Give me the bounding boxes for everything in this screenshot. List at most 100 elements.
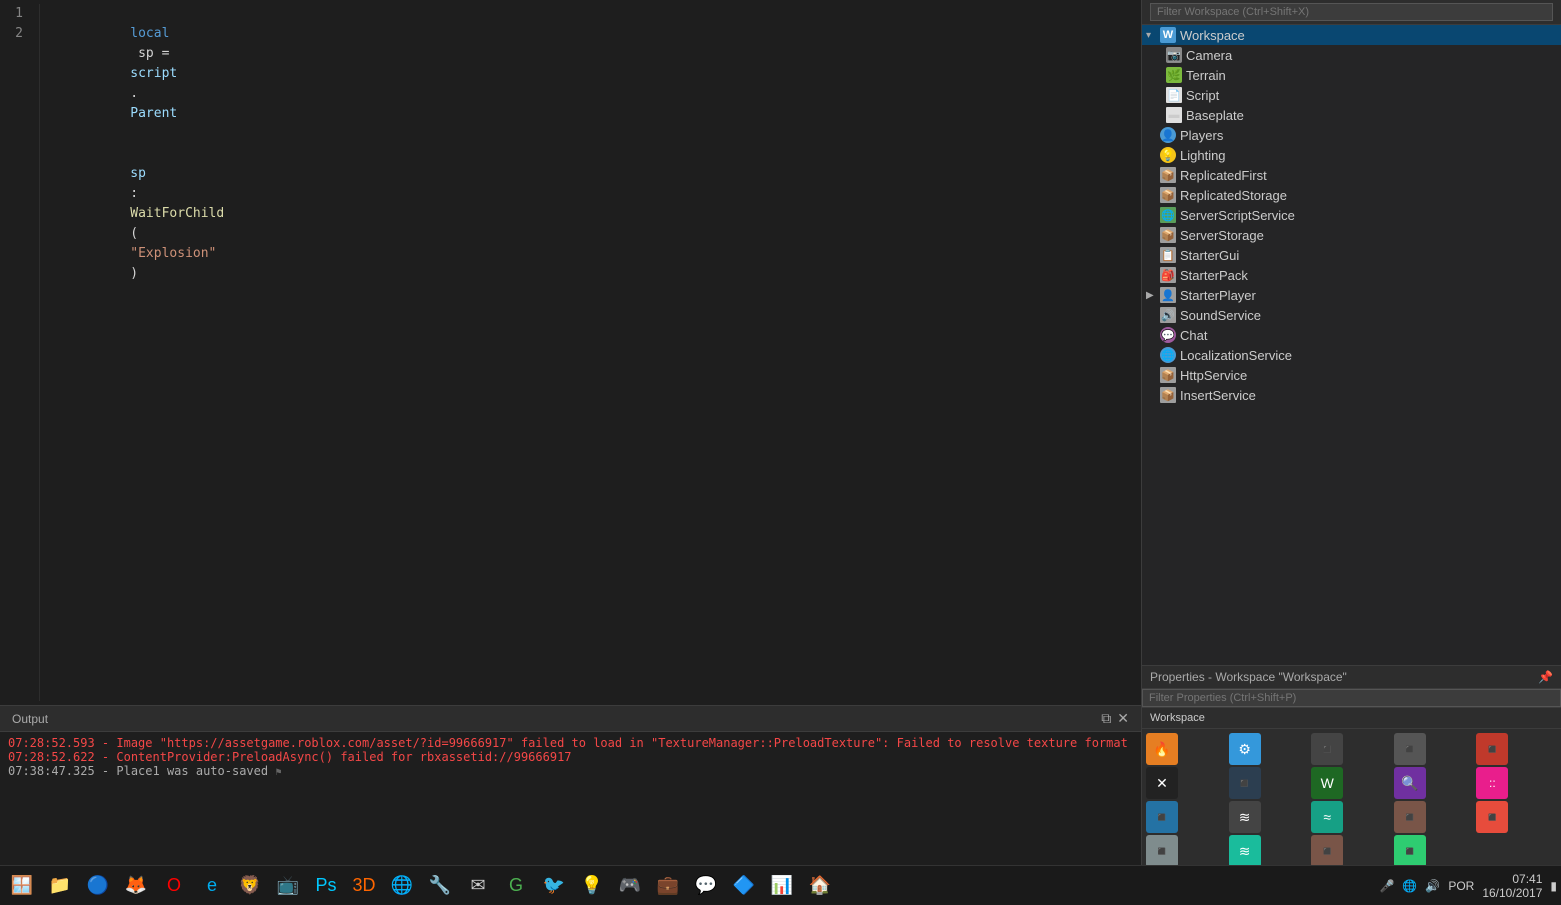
explorer-tree[interactable]: ▾ W Workspace 📷 Camera 🌿 Terrain 📄 Scrip… <box>1142 25 1561 665</box>
camera-icon: 📷 <box>1166 47 1182 63</box>
tree-item-chat[interactable]: 💬 Chat <box>1142 325 1561 345</box>
properties-header: Properties - Workspace "Workspace" 📌 <box>1142 666 1561 689</box>
taskbar-explorer-button[interactable]: 📁 <box>42 868 78 904</box>
plugin-icon-2[interactable]: ⚙ <box>1229 733 1261 765</box>
tree-item-server-storage[interactable]: 📦 ServerStorage <box>1142 225 1561 245</box>
taskbar-app13-button[interactable]: 📊 <box>764 868 800 904</box>
kw-var-sp: sp <box>130 166 146 181</box>
plugin-icon-6[interactable]: ✕ <box>1146 767 1178 799</box>
plugin-icon-1[interactable]: 🔥 <box>1146 733 1178 765</box>
taskbar-opera-button[interactable]: O <box>156 868 192 904</box>
plugin-icon-17[interactable]: ≋ <box>1229 835 1261 865</box>
explorer-header <box>1142 0 1561 25</box>
taskbar-app14-button[interactable]: 🏠 <box>802 868 838 904</box>
tree-item-players[interactable]: 👤 Players <box>1142 125 1561 145</box>
sss-icon: 🌐 <box>1160 207 1176 223</box>
taskbar-app1-button[interactable]: 🦁 <box>232 868 268 904</box>
tree-item-starter-player[interactable]: ▶ 👤 StarterPlayer <box>1142 285 1561 305</box>
plugin-icon-10[interactable]: :: <box>1476 767 1508 799</box>
plugin-icon-14[interactable]: ◾ <box>1394 801 1426 833</box>
taskbar-app7-button[interactable]: 🐦 <box>536 868 572 904</box>
tree-item-camera[interactable]: 📷 Camera <box>1142 45 1561 65</box>
taskbar-mic-icon: 🎤 <box>1379 879 1394 893</box>
tree-item-starter-pack[interactable]: 🎒 StarterPack <box>1142 265 1561 285</box>
taskbar-chrome-button[interactable]: 🔵 <box>80 868 116 904</box>
tree-item-script[interactable]: 📄 Script <box>1142 85 1561 105</box>
plugin-icon-12[interactable]: ≋ <box>1229 801 1261 833</box>
tree-item-replicated-first[interactable]: 📦 ReplicatedFirst <box>1142 165 1561 185</box>
tree-item-starter-gui[interactable]: 📋 StarterGui <box>1142 245 1561 265</box>
properties-title: Properties - Workspace "Workspace" <box>1150 670 1347 684</box>
output-title: Output <box>12 712 48 726</box>
output-content[interactable]: 07:28:52.593 - Image "https://assetgame.… <box>0 732 1141 865</box>
taskbar-app10-button[interactable]: 💼 <box>650 868 686 904</box>
taskbar-firefox-button[interactable]: 🦊 <box>118 868 154 904</box>
kw-var-script: script <box>130 66 177 81</box>
ls-label: LocalizationService <box>1180 348 1292 363</box>
workspace-chevron: ▾ <box>1146 30 1158 41</box>
taskbar-app11-button[interactable]: 💬 <box>688 868 724 904</box>
tree-item-localization-service[interactable]: 🌐 LocalizationService <box>1142 345 1561 365</box>
code-lines[interactable]: local sp = script . Parent sp : WaitForC… <box>40 4 1141 701</box>
tree-item-server-script-service[interactable]: 🌐 ServerScriptService <box>1142 205 1561 225</box>
properties-search-input[interactable] <box>1142 689 1561 707</box>
tree-item-lighting[interactable]: 💡 Lighting <box>1142 145 1561 165</box>
spl-label: StarterPlayer <box>1180 288 1256 303</box>
plugin-icon-5[interactable]: ◾ <box>1476 733 1508 765</box>
taskbar-show-desktop-button[interactable]: ▮ <box>1550 879 1557 893</box>
plugin-icon-18[interactable]: ◾ <box>1311 835 1343 865</box>
tree-item-sound-service[interactable]: 🔊 SoundService <box>1142 305 1561 325</box>
code-line-2: sp : WaitForChild ( "Explosion" ) <box>52 144 1141 304</box>
taskbar: 🪟 📁 🔵 🦊 O e 🦁 📺 Ps 3D 🌐 <box>0 865 1561 905</box>
taskbar-app2-button[interactable]: 📺 <box>270 868 306 904</box>
plugin-icon-9[interactable]: 🔍 <box>1394 767 1426 799</box>
chat-label: Chat <box>1180 328 1207 343</box>
tree-item-replicated-storage[interactable]: 📦 ReplicatedStorage <box>1142 185 1561 205</box>
workspace-label: Workspace <box>1180 28 1245 43</box>
taskbar-app8-button[interactable]: 💡 <box>574 868 610 904</box>
camera-label: Camera <box>1186 48 1232 63</box>
workspace-icon: W <box>1160 27 1176 43</box>
properties-pin-button[interactable]: 📌 <box>1538 670 1553 684</box>
plugin-icon-13[interactable]: ≈ <box>1311 801 1343 833</box>
kw-punct-open: ( <box>130 226 138 241</box>
code-line-1: local sp = script . Parent <box>52 4 1141 144</box>
plugin-icon-16[interactable]: ◾ <box>1146 835 1178 865</box>
plugin-icon-19[interactable]: ◾ <box>1394 835 1426 865</box>
lighting-icon: 💡 <box>1160 147 1176 163</box>
sg-icon: 📋 <box>1160 247 1176 263</box>
tree-item-workspace[interactable]: ▾ W Workspace <box>1142 25 1561 45</box>
rs-label: ReplicatedStorage <box>1180 188 1287 203</box>
plugin-icon-8[interactable]: W <box>1311 767 1343 799</box>
taskbar-start-button[interactable]: 🪟 <box>4 868 40 904</box>
taskbar-3d-button[interactable]: 3D <box>346 868 382 904</box>
taskbar-app12-button[interactable]: 🔷 <box>726 868 762 904</box>
plugin-icon-11[interactable]: ◾ <box>1146 801 1178 833</box>
plugin-icon-4[interactable]: ◾ <box>1394 733 1426 765</box>
output-pop-out-button[interactable]: ⧉ <box>1101 710 1111 727</box>
plugin-icon-15[interactable]: ◾ <box>1476 801 1508 833</box>
taskbar-clock: 07:41 16/10/2017 <box>1482 872 1542 900</box>
taskbar-app4-button[interactable]: 🔧 <box>422 868 458 904</box>
sss-label: ServerScriptService <box>1180 208 1295 223</box>
sound-label: SoundService <box>1180 308 1261 323</box>
taskbar-app9-button[interactable]: 🎮 <box>612 868 648 904</box>
taskbar-ie-button[interactable]: e <box>194 868 230 904</box>
kw-op-colon: : <box>130 186 138 201</box>
tree-item-insert-service[interactable]: 📦 InsertService <box>1142 385 1561 405</box>
tree-item-baseplate[interactable]: ▬ Baseplate <box>1142 105 1561 125</box>
is-icon: 📦 <box>1160 387 1176 403</box>
tree-item-terrain[interactable]: 🌿 Terrain <box>1142 65 1561 85</box>
script-label: Script <box>1186 88 1219 103</box>
plugin-icon-7[interactable]: ◾ <box>1229 767 1261 799</box>
plugin-icon-3[interactable]: ◾ <box>1311 733 1343 765</box>
terrain-label: Terrain <box>1186 68 1226 83</box>
explorer-search-input[interactable] <box>1150 3 1553 21</box>
taskbar-app3-button[interactable]: 🌐 <box>384 868 420 904</box>
taskbar-app5-button[interactable]: ✉ <box>460 868 496 904</box>
tree-item-http-service[interactable]: 📦 HttpService <box>1142 365 1561 385</box>
taskbar-photoshop-button[interactable]: Ps <box>308 868 344 904</box>
kw-op-1: sp = <box>130 46 177 61</box>
taskbar-app6-button[interactable]: G <box>498 868 534 904</box>
output-close-button[interactable]: ✕ <box>1117 710 1129 727</box>
